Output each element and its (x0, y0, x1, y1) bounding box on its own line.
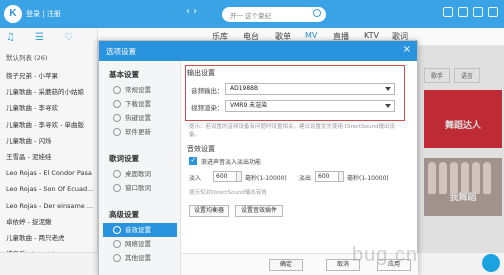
dialog-title: 选项设置 (106, 47, 136, 56)
nav-sound-effects[interactable]: 音效设置 (103, 223, 177, 237)
section-lyrics: 歌词设置 (109, 154, 139, 163)
list-item[interactable]: 儿童歌曲 - 采蘑菇的小姑娘 (6, 84, 96, 100)
music-note-icon[interactable]: ♫ (6, 32, 15, 43)
video-render-label: 视频渲染： (191, 104, 224, 112)
nav-desktop-lyrics[interactable]: 桌面歌词 (103, 167, 177, 181)
equalizer-button[interactable]: 设置均衡器 (189, 205, 229, 217)
download-icon (113, 100, 121, 108)
sound-effects-icon (113, 226, 121, 234)
settings-icon[interactable] (458, 7, 468, 17)
dialog-titlebar: 选项设置 × (99, 41, 417, 61)
search-placeholder: 开一 这个夏纪 (230, 12, 272, 20)
window-lyrics-icon (113, 184, 121, 192)
update-icon (113, 128, 121, 136)
app-logo: K (4, 5, 22, 23)
fade-in-stepper[interactable] (237, 171, 242, 182)
settings-nav: 基本设置 常规设置 下载设置 热键设置 软件更新 歌词设置 桌面歌词 窗口歌词 … (99, 61, 181, 275)
playlist-sidebar: ♫ ☰ ♡ 默认列表 (26) 筷子兄弟 - 小苹果 儿童歌曲 - 采蘑菇的小姑娘… (0, 28, 98, 275)
nav-update[interactable]: 软件更新 (103, 125, 177, 139)
audio-output-label: 音频输出： (191, 87, 224, 95)
search-icon[interactable] (313, 9, 321, 17)
ok-button[interactable]: 确定 (269, 259, 303, 271)
watermark-logo (482, 254, 500, 272)
fade-checkbox[interactable] (189, 156, 197, 165)
fade-out-label: 淡出 (299, 175, 312, 182)
network-icon (113, 240, 121, 248)
heart-icon[interactable]: ♡ (64, 32, 73, 43)
list-item[interactable]: Leo Rojas - Son Of Ecuad... (6, 181, 96, 197)
fade-in-input[interactable]: 600 (213, 171, 237, 182)
nav-download[interactable]: 下载设置 (103, 97, 177, 111)
nav-window-lyrics[interactable]: 窗口歌词 (103, 181, 177, 195)
list-item[interactable]: 王雪晶 - 泥娃娃 (6, 149, 96, 165)
fade-in-label: 淡入 (189, 175, 202, 182)
video-render-select[interactable]: VMR9 未渲染 (225, 100, 395, 112)
section-advanced: 高级设置 (109, 210, 139, 219)
list-item[interactable]: 筷子兄弟 - 小苹果 (6, 68, 96, 84)
keyboard-icon (113, 114, 121, 122)
tab-ktv[interactable]: KTV (364, 31, 379, 40)
chevron-down-icon (385, 87, 391, 91)
window-controls (443, 7, 498, 17)
list-item[interactable]: 儿童歌曲 - 李寻欢 (6, 100, 96, 116)
list-item[interactable]: Leo Rojas - Der einsame ... (6, 198, 96, 214)
fade-in-unit: 毫秒(1-10000) (245, 175, 287, 182)
nav-other[interactable]: 其他设置 (103, 251, 177, 265)
list-item[interactable]: 卓依婷 - 捉泥鳅 (6, 214, 96, 230)
audio-output-select[interactable]: AD1988B (225, 83, 395, 95)
login-link[interactable]: 登录 | 注册 (26, 9, 61, 19)
options-dialog: 选项设置 × 基本设置 常规设置 下载设置 热键设置 软件更新 歌词设置 桌面歌… (98, 40, 418, 275)
output-hint: 提示：若设置的音频设备有问题时设置相关，建议设置优先使用 DirectSound… (189, 124, 396, 138)
settings-content: 输出设置 音频输出： AD1988B 视频渲染： VMR9 未渲染 提示：若设置… (185, 61, 415, 251)
skin-icon[interactable] (443, 7, 453, 17)
watermark-text: bug.cn (352, 244, 419, 266)
fade-out-stepper[interactable] (339, 171, 344, 182)
fade-out-unit: 毫秒(1-10000) (347, 175, 389, 182)
nav-general[interactable]: 常规设置 (103, 83, 177, 97)
sidebar-icons: ♫ ☰ ♡ (6, 32, 73, 43)
list-icon[interactable]: ☰ (35, 32, 44, 43)
list-item[interactable]: Leo Rojas - El Condor Pasa (6, 165, 96, 181)
list-item[interactable]: 儿童歌曲 - 两只老虎 (6, 230, 96, 246)
minimize-icon[interactable] (473, 7, 483, 17)
other-icon (113, 254, 121, 262)
desktop-lyrics-icon (113, 170, 121, 178)
fade-label[interactable]: 渐进声音淡入淡出功能 (201, 157, 261, 166)
top-bar: K 登录 | 注册 ‹ › 开一 这个夏纪 (0, 0, 504, 28)
fade-out-input[interactable]: 600 (315, 171, 339, 182)
chevron-down-icon (385, 104, 391, 108)
close-window-icon[interactable] (488, 7, 498, 17)
gear-icon (113, 86, 121, 94)
section-basic: 基本设置 (109, 70, 139, 79)
list-item[interactable]: 儿童歌曲 - 闪烁 (6, 133, 96, 149)
close-icon[interactable]: × (403, 44, 411, 56)
nav-network[interactable]: 网络设置 (103, 237, 177, 251)
effects-hint: 提示仅对DirectSound输出有效 (189, 190, 267, 196)
effects-group-title: 音效设置 (187, 145, 215, 153)
nav-hotkeys[interactable]: 热键设置 (103, 111, 177, 125)
list-item[interactable]: 儿童歌曲 - 李寻欢 - 单曲版 (6, 117, 96, 133)
playlist: 筷子兄弟 - 小苹果 儿童歌曲 - 采蘑菇的小姑娘 儿童歌曲 - 李寻欢 儿童歌曲 -… (6, 68, 96, 275)
search-box[interactable]: 开一 这个夏纪 (222, 7, 326, 22)
playlist-title[interactable]: 默认列表 (26) (6, 52, 47, 62)
back-forward-icons[interactable]: ‹ › (186, 6, 197, 17)
effects-plugin-button[interactable]: 设置音效插件 (235, 205, 283, 217)
